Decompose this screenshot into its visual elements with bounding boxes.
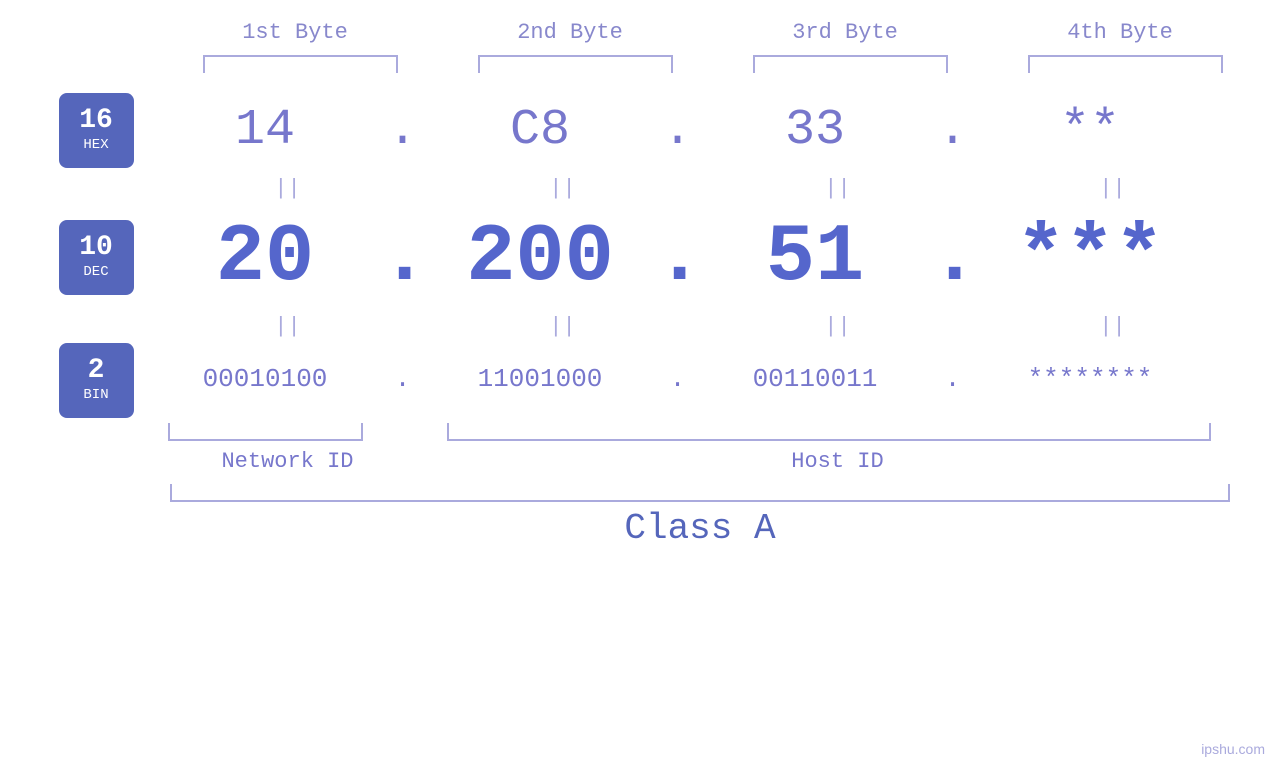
eq-2-3: || <box>700 314 975 339</box>
bin-badge-row: 2 BIN <box>59 345 134 415</box>
eq-2-2: || <box>425 314 700 339</box>
bin-sep-2: . <box>655 364 700 394</box>
bin-row: 00010100 . 11001000 . 00110011 . *******… <box>150 345 1285 413</box>
hex-badge-number: 16 <box>79 107 113 135</box>
network-id-bracket <box>168 423 363 441</box>
hex-val-4: ** <box>975 102 1205 159</box>
byte-header-4: 4th Byte <box>983 20 1258 45</box>
bin-badge-label: BIN <box>83 387 108 403</box>
equals-row-2: || || || || <box>150 307 1285 345</box>
eq-1-1: || <box>150 176 425 201</box>
top-bracket-2 <box>478 55 673 73</box>
eq-1-2: || <box>425 176 700 201</box>
bin-badge-number: 2 <box>88 357 105 385</box>
equals-row-1: || || || || <box>150 169 1285 207</box>
hex-val-1: 14 <box>150 102 380 159</box>
hex-sep-3: . <box>930 102 975 159</box>
hex-badge-label: HEX <box>83 137 108 153</box>
dec-val-2: 200 <box>425 211 655 304</box>
dec-badge-number: 10 <box>79 234 113 262</box>
dec-val-3: 51 <box>700 211 930 304</box>
dec-sep-3: . <box>930 211 975 304</box>
main-container: 1st Byte 2nd Byte 3rd Byte 4th Byte 16 H… <box>0 0 1285 767</box>
bottom-brackets <box>150 423 1250 441</box>
hex-badge: 16 HEX <box>59 93 134 168</box>
top-brackets <box>163 55 1263 73</box>
content-area: 16 HEX 10 DEC 2 BIN <box>0 91 1285 549</box>
bin-sep-3: . <box>930 364 975 394</box>
top-bracket-3 <box>753 55 948 73</box>
eq-1-3: || <box>700 176 975 201</box>
data-rows: 14 . C8 . 33 . ** || || || || 20 . 200 . <box>150 91 1285 549</box>
hex-badge-row: 16 HEX <box>59 91 134 169</box>
dec-badge-label: DEC <box>83 264 108 280</box>
dec-val-4: *** <box>975 211 1205 304</box>
bracket-gap <box>363 423 447 441</box>
class-a-label: Class A <box>150 508 1250 549</box>
byte-headers: 1st Byte 2nd Byte 3rd Byte 4th Byte <box>158 20 1258 45</box>
hex-val-3: 33 <box>700 102 930 159</box>
byte-header-1: 1st Byte <box>158 20 433 45</box>
hex-val-2: C8 <box>425 102 655 159</box>
badges-column: 16 HEX 10 DEC 2 BIN <box>0 91 150 415</box>
dec-badge: 10 DEC <box>59 220 134 295</box>
dec-row: 20 . 200 . 51 . *** <box>150 207 1285 307</box>
eq-2-4: || <box>975 314 1250 339</box>
eq-2-1: || <box>150 314 425 339</box>
bin-sep-1: . <box>380 364 425 394</box>
host-id-bracket <box>447 423 1211 441</box>
top-bracket-1 <box>203 55 398 73</box>
bin-val-2: 11001000 <box>425 364 655 394</box>
host-id-label: Host ID <box>425 449 1250 474</box>
byte-header-3: 3rd Byte <box>708 20 983 45</box>
id-labels: Network ID Host ID <box>150 449 1250 474</box>
byte-header-2: 2nd Byte <box>433 20 708 45</box>
eq-1-4: || <box>975 176 1250 201</box>
bin-badge: 2 BIN <box>59 343 134 418</box>
dec-sep-2: . <box>655 211 700 304</box>
bin-val-3: 00110011 <box>700 364 930 394</box>
dec-badge-row: 10 DEC <box>59 207 134 307</box>
hex-row: 14 . C8 . 33 . ** <box>150 91 1285 169</box>
network-id-label: Network ID <box>150 449 425 474</box>
watermark: ipshu.com <box>1201 741 1265 757</box>
class-a-bracket <box>170 484 1230 502</box>
dec-val-1: 20 <box>150 211 380 304</box>
dec-sep-1: . <box>380 211 425 304</box>
hex-sep-2: . <box>655 102 700 159</box>
bin-val-1: 00010100 <box>150 364 380 394</box>
hex-sep-1: . <box>380 102 425 159</box>
bin-val-4: ******** <box>975 364 1205 394</box>
top-bracket-4 <box>1028 55 1223 73</box>
